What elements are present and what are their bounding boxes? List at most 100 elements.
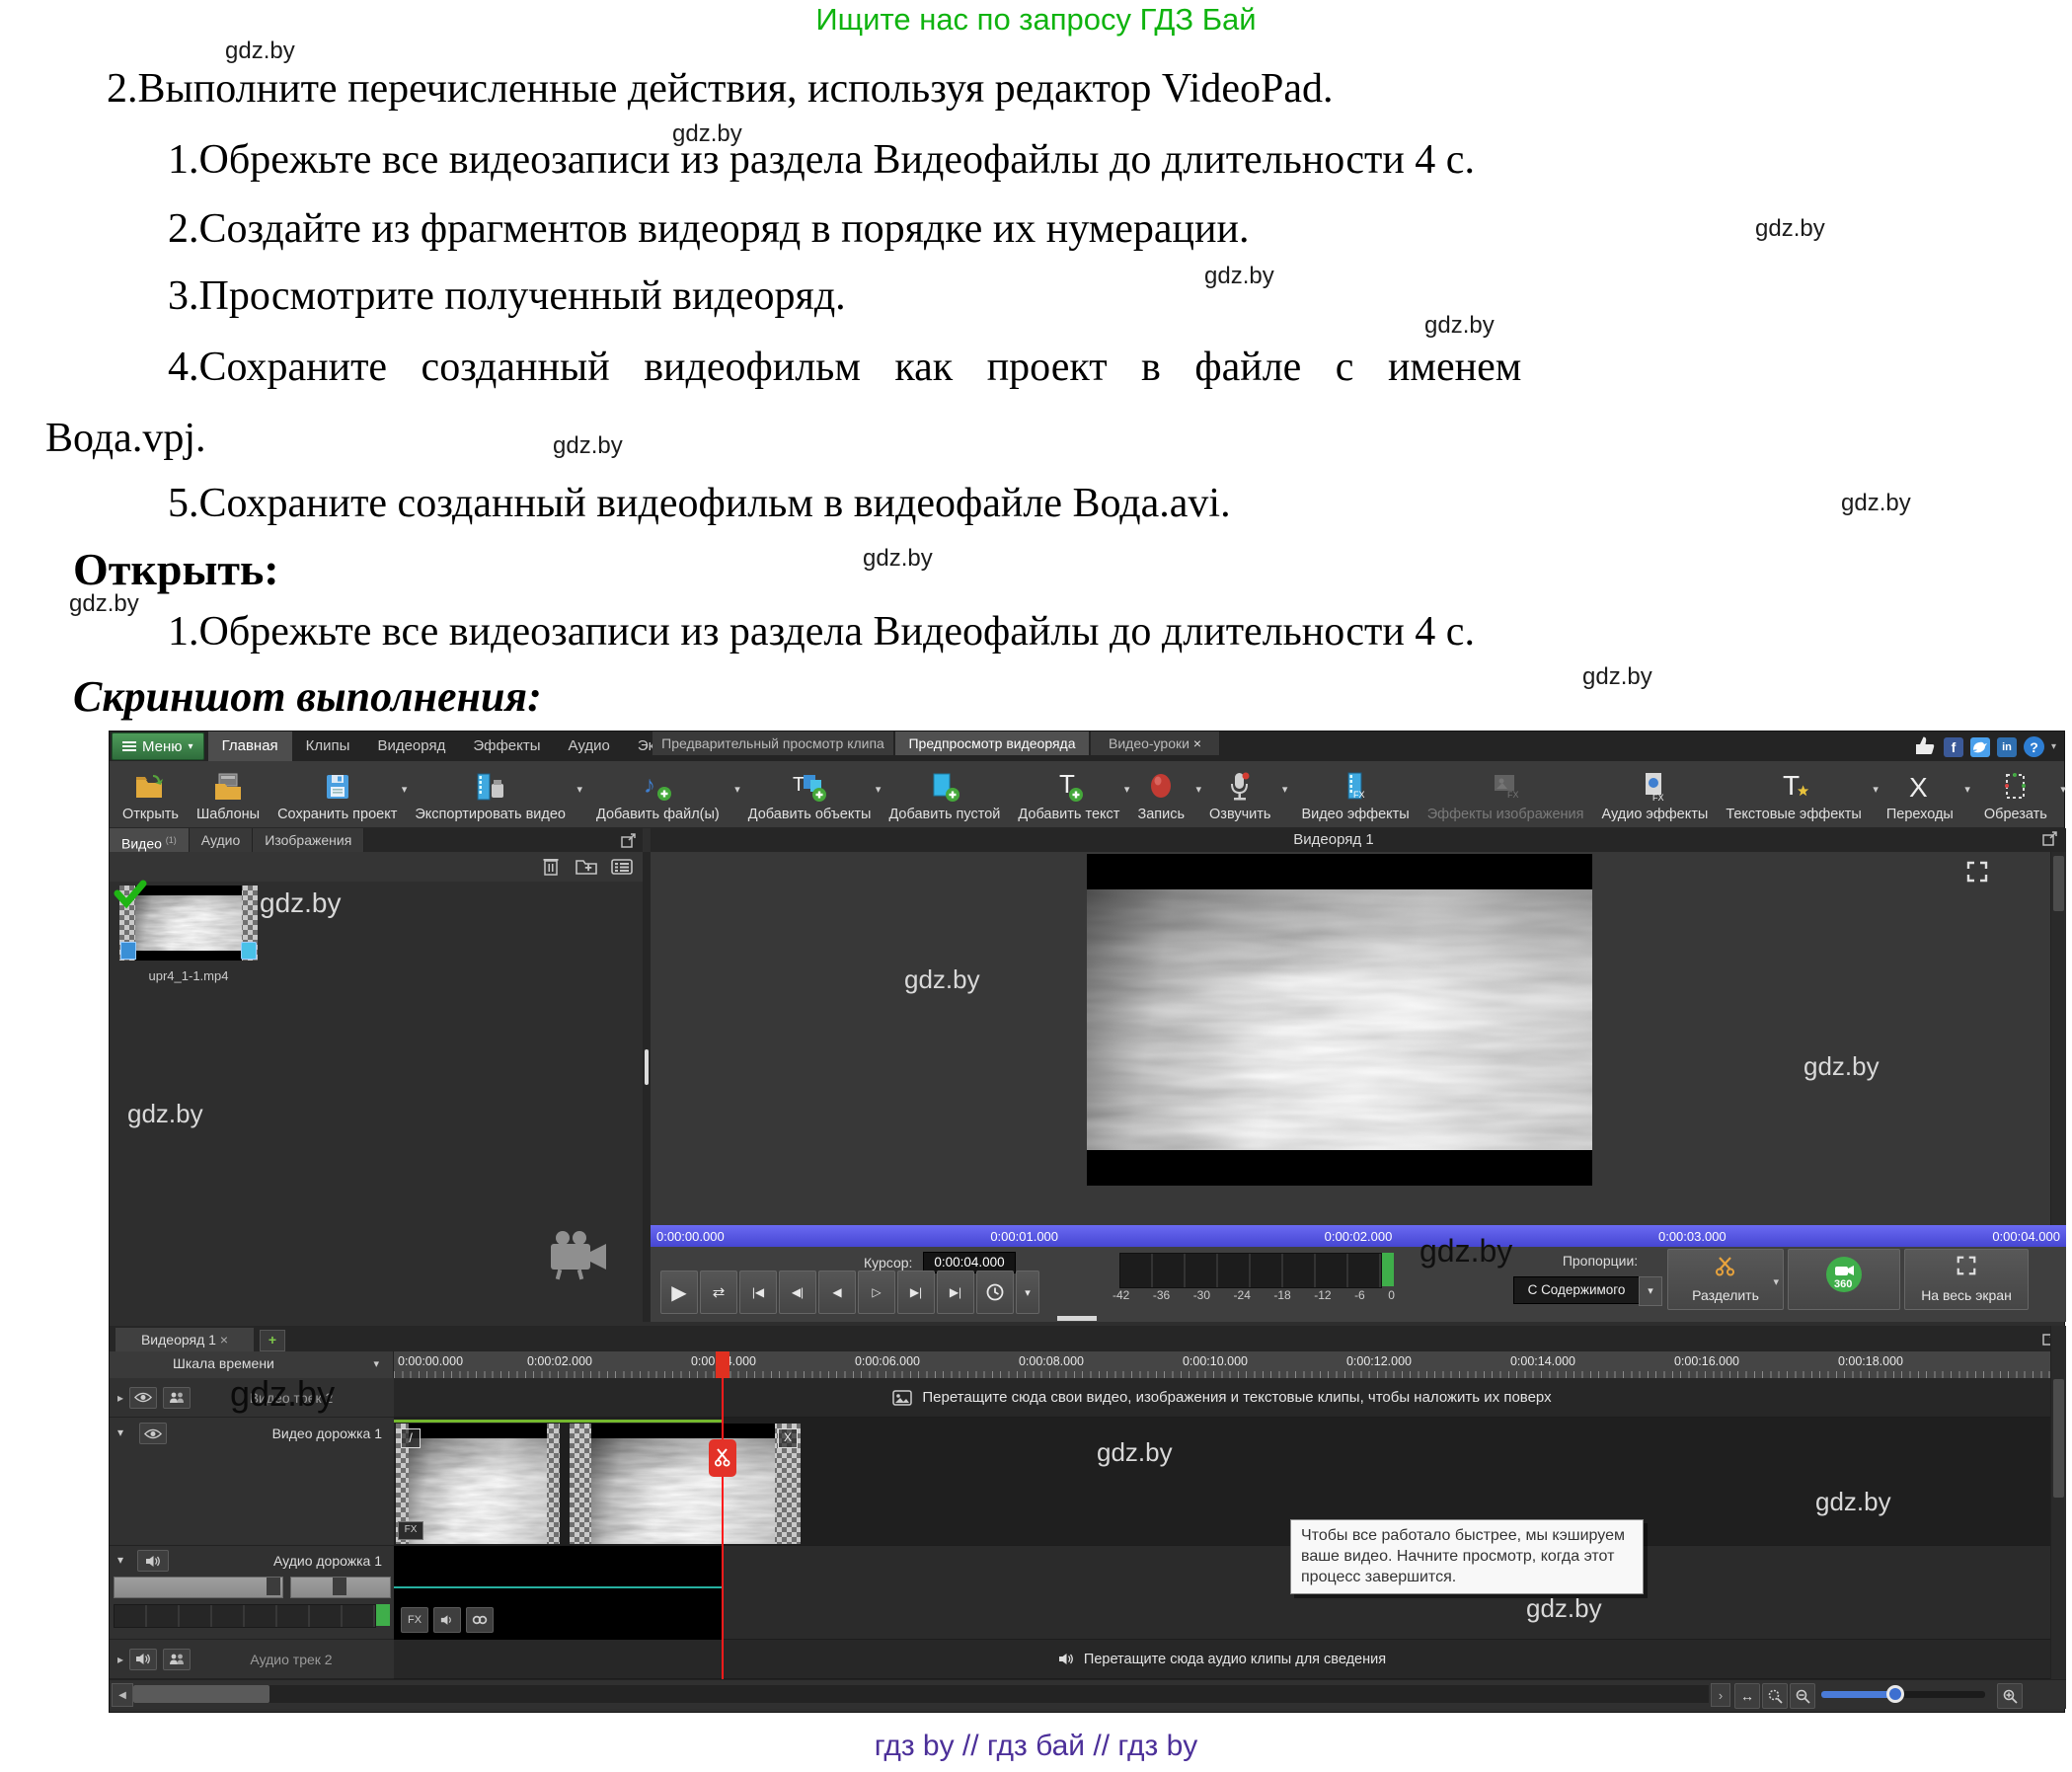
splitter-handle[interactable] [645, 1049, 649, 1085]
export-video-button[interactable]: Экспортировать видео ▾ [406, 761, 581, 827]
sequence-tab[interactable]: Видеоряд 1 × [115, 1328, 254, 1351]
video-effects-button[interactable]: FX Видео эффекты [1292, 761, 1418, 827]
detach-panel-icon[interactable] [621, 832, 637, 851]
timeline-clip[interactable]: X [570, 1424, 801, 1544]
zoom-slider-handle[interactable] [1886, 1685, 1904, 1703]
scroll-left-button[interactable]: ◀ [112, 1683, 133, 1707]
scrollbar-thumb[interactable] [2053, 856, 2064, 911]
fade-in-icon[interactable]: / [401, 1428, 421, 1448]
proportions-select[interactable]: С Содержимого [1513, 1276, 1640, 1304]
fullscreen-icon[interactable] [1965, 860, 1989, 884]
speaker-icon[interactable] [129, 1649, 157, 1670]
thumbs-up-icon[interactable] [1913, 734, 1937, 759]
volume-slider[interactable] [114, 1577, 283, 1598]
audio-effects-button[interactable]: FX Аудио эффекты [1592, 761, 1717, 827]
timeline-v-scrollbar[interactable] [2050, 1326, 2066, 1679]
playback-speed-button[interactable] [976, 1271, 1014, 1314]
open-button[interactable]: Открыть [114, 761, 188, 827]
help-icon[interactable]: ? [2024, 736, 2044, 757]
text-effects-button[interactable]: T Текстовые эффекты ▾ [1717, 761, 1878, 827]
preview-seekbar[interactable]: 0:00:00.000 0:00:01.000 0:00:02.000 0:00… [651, 1225, 2066, 1247]
play-button[interactable]: ▶ [660, 1271, 698, 1314]
people-icon[interactable] [163, 1387, 191, 1409]
record-button[interactable]: Запись ▾ [1128, 761, 1200, 827]
h-scrollbar-thumb[interactable] [133, 1685, 269, 1703]
add-sequence-button[interactable]: + [260, 1330, 285, 1351]
timeline-ruler[interactable]: 0:00:00.000 0:00:02.000 0:00:04.000 0:00… [394, 1351, 2050, 1378]
preview-scrollbar[interactable] [2050, 852, 2066, 1225]
menu-button[interactable]: Меню ▾ [112, 732, 204, 760]
tab-klipy[interactable]: Клипы [292, 732, 364, 761]
people-icon[interactable] [163, 1649, 191, 1670]
add-text-button[interactable]: T Добавить текст ▾ [1009, 761, 1128, 827]
playback-options-button[interactable]: ▾ [1016, 1271, 1039, 1314]
add-objects-button[interactable]: T Добавить объекты ▾ [739, 761, 881, 827]
tab-glavnaya[interactable]: Главная [208, 732, 292, 761]
preview-video[interactable] [1087, 854, 1592, 1186]
bin-list-view-icon[interactable] [609, 856, 635, 878]
expand-track-icon[interactable]: ▸ [117, 1653, 123, 1666]
split-button[interactable]: Разделить ▾ [1667, 1249, 1784, 1310]
chevron-down-icon[interactable]: ▾ [2051, 741, 2056, 752]
audio-mute-button[interactable] [433, 1607, 461, 1633]
zoom-out-button[interactable] [1790, 1683, 1815, 1709]
eye-icon[interactable] [129, 1387, 157, 1409]
chevron-down-icon[interactable]: ▾ [1773, 1275, 1779, 1288]
h-scrollbar-track[interactable] [133, 1685, 1709, 1703]
audio-track1-body[interactable]: FX gdz.by [394, 1546, 2050, 1640]
audio-clip[interactable]: FX [394, 1546, 723, 1640]
scrollbar-thumb[interactable] [2053, 1379, 2064, 1498]
zoom-in-button[interactable] [1997, 1683, 2023, 1709]
video-track2-body[interactable]: Перетащите сюда свои видео, изображения … [394, 1378, 2050, 1418]
tab-audio[interactable]: Аудио [555, 732, 624, 761]
slider-thumb[interactable] [267, 1578, 280, 1595]
voiceover-button[interactable]: Озвучить ▾ [1200, 761, 1286, 827]
go-to-end-button[interactable]: ▶| [937, 1271, 974, 1314]
slider-thumb[interactable] [333, 1578, 346, 1595]
chevron-down-icon[interactable]: ▾ [1964, 783, 1970, 796]
eye-icon[interactable] [139, 1423, 167, 1444]
save-project-button[interactable]: Сохранить проект ▾ [269, 761, 406, 827]
step-back-button[interactable]: ◀ [818, 1271, 856, 1314]
facebook-icon[interactable]: f [1944, 737, 1963, 757]
panel-splitter[interactable] [643, 852, 651, 1322]
fit-width-button[interactable]: ↔ [1734, 1683, 1760, 1709]
add-files-button[interactable]: ♪ Добавить файл(ы) ▾ [587, 761, 739, 827]
bin-tab-video[interactable]: Видео (1) [110, 828, 190, 852]
chevron-down-icon[interactable]: ▾ [576, 783, 582, 796]
go-to-start-button[interactable]: |◀ [739, 1271, 777, 1314]
preview-tab-sequence[interactable]: Предпросмотр видеоряда [895, 732, 1090, 755]
add-blank-button[interactable]: Добавить пустой [880, 761, 1009, 827]
templates-button[interactable]: Шаблоны [188, 761, 269, 827]
collapse-track-icon[interactable]: ▾ [117, 1425, 123, 1439]
preview-tab-tutorials[interactable]: Видео-уроки × [1091, 732, 1220, 755]
tab-effekty[interactable]: Эффекты [459, 732, 554, 761]
video-track1-body[interactable]: / FX X gdz.by gdz.by [394, 1418, 2050, 1546]
close-icon[interactable]: × [1193, 735, 1201, 751]
close-icon[interactable]: × [220, 1332, 228, 1348]
loop-button[interactable]: ⇄ [700, 1271, 737, 1314]
preview-tab-clip[interactable]: Предварительный просмотр клипа [652, 732, 894, 755]
delete-button[interactable]: Удалить [2065, 761, 2072, 827]
chevron-down-icon[interactable]: ▾ [373, 1357, 379, 1370]
clip-fx-badge[interactable]: FX [398, 1521, 423, 1540]
clip-thumbnail[interactable]: upr4_1-1.mp4 [119, 886, 258, 961]
bin-delete-icon[interactable] [538, 856, 564, 878]
divider-handle[interactable] [1057, 1316, 1097, 1321]
zoom-fit-button[interactable] [1762, 1683, 1788, 1709]
step-forward-button[interactable]: ▷ [858, 1271, 895, 1314]
detach-preview-icon[interactable] [2042, 830, 2058, 849]
pan-slider[interactable] [290, 1577, 391, 1598]
scissors-cursor[interactable] [709, 1439, 736, 1477]
crop-button[interactable]: Обрезать ▾ [1975, 761, 2065, 827]
bin-tab-images[interactable]: Изображения [253, 828, 364, 852]
expand-track-icon[interactable]: ▸ [117, 1391, 123, 1405]
fullscreen-button[interactable]: На весь экран [1904, 1249, 2029, 1310]
previous-clip-button[interactable]: ◀| [779, 1271, 816, 1314]
audio-fx-button[interactable]: FX [401, 1607, 428, 1633]
speaker-icon[interactable] [137, 1550, 169, 1572]
tab-videoryad[interactable]: Видеоряд [363, 732, 459, 761]
view-360-button[interactable]: 360 [1788, 1249, 1900, 1310]
bin-add-folder-icon[interactable] [574, 856, 599, 878]
twitter-icon[interactable] [1970, 737, 1990, 757]
